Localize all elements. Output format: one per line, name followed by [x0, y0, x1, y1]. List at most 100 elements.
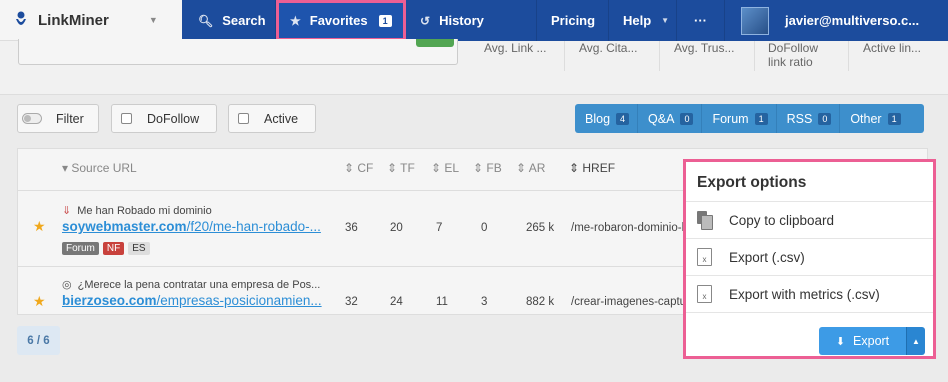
- export-csv-option[interactable]: x Export (.csv): [686, 239, 933, 276]
- cell-fb: 3: [481, 296, 488, 308]
- tab-label: Other: [850, 111, 882, 126]
- clipboard-icon: [697, 211, 713, 230]
- csv-file-icon: x: [697, 285, 712, 303]
- favorites-count-badge: 1: [378, 14, 392, 27]
- metric-avg-trust: Avg. Trus...: [674, 41, 735, 55]
- export-options-title: Export options: [686, 162, 933, 202]
- column-header-ar[interactable]: ⇕ AR: [516, 161, 545, 175]
- active-checkbox[interactable]: Active: [228, 104, 316, 133]
- tab-count: 1: [887, 112, 901, 125]
- chevron-down-icon: ▼: [148, 15, 158, 25]
- star-icon: ★: [290, 13, 301, 28]
- tab-label: RSS: [786, 111, 813, 126]
- nofollow-badge: NF: [102, 242, 125, 255]
- url-domain: soywebmaster.com: [62, 219, 187, 234]
- category-tabs: Blog 4 Q&A 0 Forum 1 RSS 0 Other 1: [575, 104, 924, 133]
- nav-history[interactable]: ↺ History: [406, 0, 537, 41]
- nav-more[interactable]: ···: [677, 0, 725, 41]
- tab-count: 0: [818, 112, 832, 125]
- metric-active-links: Active lin...: [863, 41, 922, 55]
- download-icon: ⬇: [835, 335, 846, 348]
- cell-el: 11: [436, 296, 448, 308]
- url-domain: bierzoseo.com: [62, 293, 157, 308]
- linkminer-logo-icon: [16, 11, 26, 25]
- source-url-link[interactable]: bierzoseo.com/empresas-posicionamien...: [62, 293, 326, 308]
- nav-help[interactable]: Help ▼: [609, 0, 677, 41]
- tab-other[interactable]: Other 1: [840, 104, 908, 133]
- main-nav: 🔍︎ Search ★ Favorites 1 ↺ History Pricin…: [182, 0, 948, 41]
- app-name: LinkMiner: [38, 11, 109, 29]
- option-label: Export (.csv): [729, 249, 805, 265]
- pagination-indicator[interactable]: 6 / 6: [17, 326, 60, 355]
- nav-help-label: Help: [623, 13, 652, 28]
- cell-href: /me-robaron-dominio-lo: [571, 222, 683, 234]
- column-header-label: TF: [400, 161, 415, 175]
- checkbox[interactable]: [238, 113, 249, 124]
- more-icon: ···: [694, 13, 707, 28]
- column-header-cf[interactable]: ⇕ CF: [344, 161, 373, 175]
- nav-search-label: Search: [222, 13, 266, 28]
- column-header-label: HREF: [582, 161, 616, 175]
- source-url-link[interactable]: soywebmaster.com/f20/me-han-robado-...: [62, 219, 326, 234]
- tab-label: Forum: [712, 111, 749, 126]
- row-title: ⇓ Me han Robado mi dominio: [62, 204, 212, 217]
- user-email: javier@multiverso.c...: [785, 13, 920, 28]
- language-badge: ES: [128, 242, 150, 255]
- nav-history-label: History: [439, 13, 484, 28]
- chevron-up-icon[interactable]: ▲: [906, 327, 925, 355]
- nav-favorites[interactable]: ★ Favorites 1: [276, 0, 406, 41]
- filter-label: Filter: [56, 111, 84, 126]
- tab-qa[interactable]: Q&A 0: [638, 104, 703, 133]
- tab-rss[interactable]: RSS 0: [777, 104, 841, 133]
- toggle-switch[interactable]: [22, 113, 42, 124]
- export-button-label: Export: [853, 334, 890, 348]
- filter-toggle[interactable]: Filter: [17, 104, 99, 133]
- tab-count: 0: [680, 112, 694, 125]
- chevron-down-icon: ▼: [661, 16, 670, 25]
- dofollow-label: DoFollow: [147, 111, 200, 126]
- column-header-source[interactable]: ▾ Source URL: [62, 161, 137, 175]
- column-header-label: AR: [528, 161, 546, 175]
- search-input[interactable]: [18, 39, 458, 65]
- export-metrics-csv-option[interactable]: x Export with metrics (.csv): [686, 276, 933, 313]
- active-label: Active: [264, 111, 299, 126]
- summary-panel: Avg. Link ... Avg. Cita... Avg. Trus... …: [0, 39, 948, 95]
- nav-pricing[interactable]: Pricing: [537, 0, 609, 41]
- cell-tf: 20: [390, 222, 403, 234]
- metric-avg-citation: Avg. Cita...: [579, 41, 638, 55]
- url-path: /empresas-posicionamien...: [156, 293, 322, 308]
- column-header-el[interactable]: ⇕ EL: [431, 161, 459, 175]
- checkbox[interactable]: [121, 113, 132, 124]
- top-navigation: LinkMiner ▼ 🔍︎ Search ★ Favorites 1 ↺ Hi…: [0, 0, 948, 41]
- cell-ar: 882 k: [526, 296, 555, 308]
- row-tags: Forum NF ES: [62, 242, 150, 255]
- favicon-icon: ⇓: [62, 205, 72, 217]
- nav-pricing-label: Pricing: [551, 13, 596, 28]
- nav-search[interactable]: 🔍︎ Search: [182, 0, 276, 41]
- nav-favorites-label: Favorites: [309, 13, 368, 28]
- tab-label: Q&A: [648, 111, 675, 126]
- favicon-icon: ◎: [62, 279, 72, 291]
- export-options-popover: Export options Copy to clipboard x Expor…: [683, 159, 936, 359]
- user-menu[interactable]: javier@multiverso.c...: [725, 0, 948, 41]
- tab-forum[interactable]: Forum 1: [702, 104, 777, 133]
- export-button[interactable]: ⬇ Export: [819, 327, 906, 355]
- column-header-fb[interactable]: ⇕ FB: [473, 161, 502, 175]
- cell-tf: 24: [390, 296, 403, 308]
- search-button[interactable]: [416, 39, 454, 47]
- brand-menu[interactable]: LinkMiner ▼: [0, 0, 182, 41]
- column-header-href[interactable]: ⇕ HREF: [569, 161, 615, 175]
- column-header-tf[interactable]: ⇕ TF: [387, 161, 415, 175]
- row-title-text: Me han Robado mi dominio: [77, 205, 212, 217]
- divider: [564, 41, 565, 71]
- star-icon[interactable]: ★: [33, 293, 46, 310]
- column-header-label: CF: [357, 161, 374, 175]
- dofollow-checkbox[interactable]: DoFollow: [111, 104, 217, 133]
- tab-label: Blog: [585, 111, 611, 126]
- star-icon[interactable]: ★: [33, 218, 46, 235]
- tag-badge: Forum: [62, 242, 99, 255]
- tab-blog[interactable]: Blog 4: [575, 104, 639, 133]
- option-label: Export with metrics (.csv): [729, 286, 880, 302]
- copy-to-clipboard-option[interactable]: Copy to clipboard: [686, 202, 933, 239]
- cell-fb: 0: [481, 222, 488, 234]
